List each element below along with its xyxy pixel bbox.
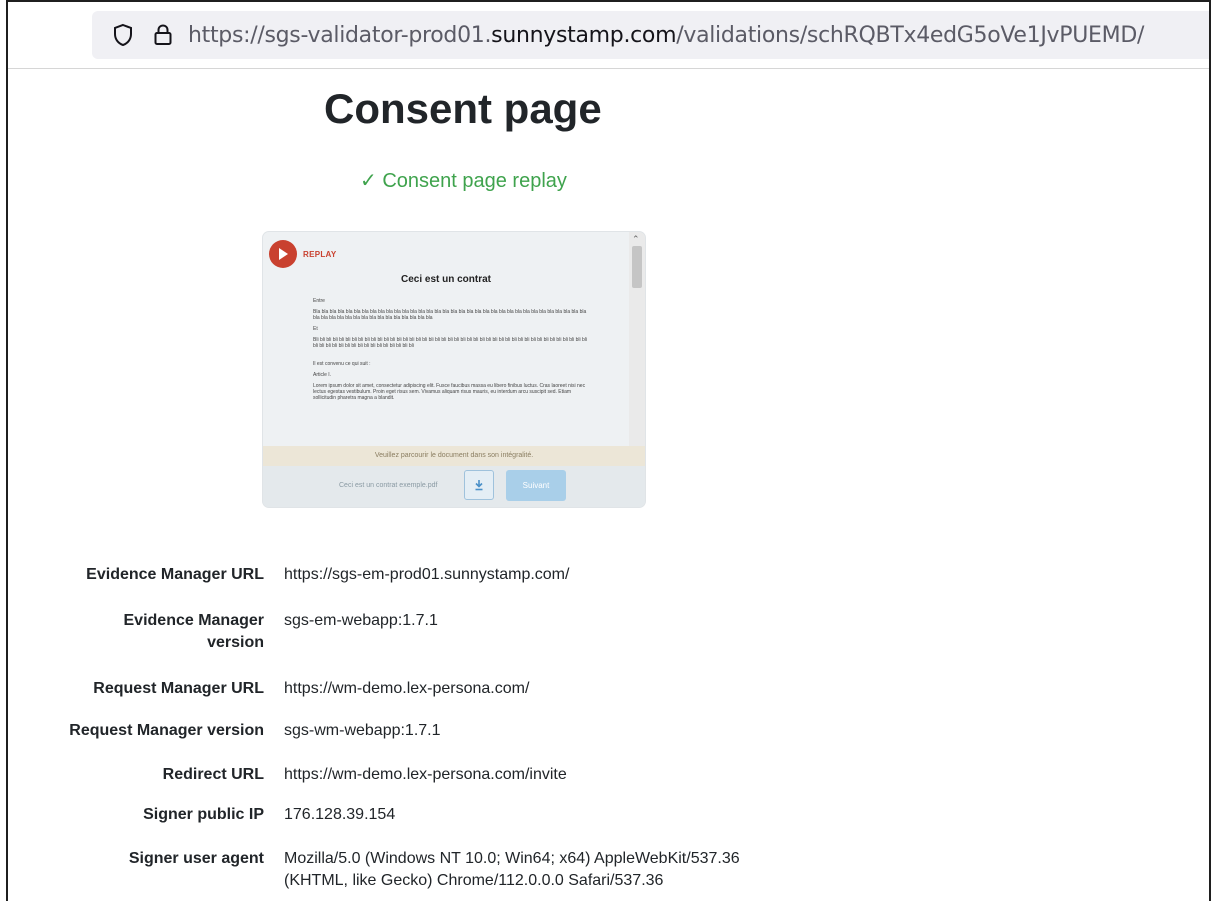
shield-icon[interactable] [112, 23, 134, 47]
file-name: Ceci est un contrat exemple.pdf [339, 482, 438, 489]
detail-value: https://wm-demo.lex-persona.com/invite [284, 766, 567, 783]
detail-label: Request Manager URL [93, 680, 264, 697]
detail-value: 176.128.39.154 [284, 806, 396, 823]
url-path: /validations/schRQBTx4edG5oVe1JvPUEMD/ [676, 22, 1145, 48]
replay-control[interactable]: REPLAY [269, 240, 337, 268]
url-text[interactable]: https://sgs-validator-prod01.sunnystamp.… [188, 23, 1144, 48]
page-title: Consent page [324, 85, 602, 132]
browser-toolbar: https://sgs-validator-prod01.sunnystamp.… [8, 2, 1209, 69]
address-bar[interactable]: https://sgs-validator-prod01.sunnystamp.… [92, 11, 1209, 59]
doc-paragraph: Article I. [313, 372, 332, 378]
detail-value: https://sgs-em-prod01.sunnystamp.com/ [284, 566, 570, 583]
detail-value: Mozilla/5.0 (Windows NT 10.0; Win64; x64… [284, 850, 740, 889]
replay-label: REPLAY [303, 249, 337, 259]
detail-label: Redirect URL [162, 766, 264, 783]
url-host: sunnystamp.com [491, 22, 677, 48]
detail-value: sgs-em-webapp:1.7.1 [284, 612, 438, 629]
doc-paragraph: Il est convenu ce qui suit : [313, 361, 371, 367]
lock-icon[interactable] [152, 23, 174, 47]
detail-value: https://wm-demo.lex-persona.com/ [284, 680, 530, 697]
doc-paragraph: Lorem ipsum dolor sit amet, consectetur … [313, 383, 586, 401]
detail-label: Signer user agent [128, 850, 264, 867]
preview-footer: Ceci est un contrat exemple.pdf Suivant [263, 466, 645, 507]
next-button[interactable]: Suivant [506, 470, 566, 501]
document-scrollbar[interactable]: ⌃ [629, 232, 645, 446]
document-body: Entre Bla bla bla bla bla bla bla bla bl… [313, 298, 589, 406]
play-icon[interactable] [269, 240, 297, 268]
download-button[interactable] [464, 470, 494, 500]
detail-label: Evidence Manager version [123, 612, 265, 651]
url-prefix: https://sgs-validator-prod01. [188, 22, 492, 48]
detail-label: Request Manager version [69, 722, 264, 739]
doc-paragraph: Entre [313, 298, 325, 304]
doc-paragraph: Bla bla bla bla bla bla bla bla bla bla … [313, 309, 587, 321]
download-icon [475, 480, 483, 491]
doc-paragraph: Et [313, 326, 318, 332]
detail-label: Signer public IP [143, 806, 264, 823]
scroll-notice: Veuillez parcourir le document dans son … [263, 446, 645, 466]
scroll-up-icon[interactable]: ⌃ [632, 234, 640, 245]
detail-value: sgs-wm-webapp:1.7.1 [284, 722, 441, 739]
consent-replay-preview: REPLAY Ceci est un contrat Entre Bla bla… [263, 232, 645, 507]
replay-status: ✓ Consent page replay [360, 170, 567, 192]
document-viewer: REPLAY Ceci est un contrat Entre Bla bla… [263, 232, 629, 446]
detail-label: Evidence Manager URL [86, 566, 264, 583]
document-title: Ceci est un contrat [400, 274, 492, 285]
scrollbar-thumb[interactable] [632, 246, 642, 288]
page-content: Consent page ✓ Consent page replay REPLA… [8, 68, 1209, 901]
browser-window: https://sgs-validator-prod01.sunnystamp.… [6, 0, 1211, 901]
doc-paragraph: Bli bli bli bli bli bli bli bli bli bli … [313, 337, 588, 349]
